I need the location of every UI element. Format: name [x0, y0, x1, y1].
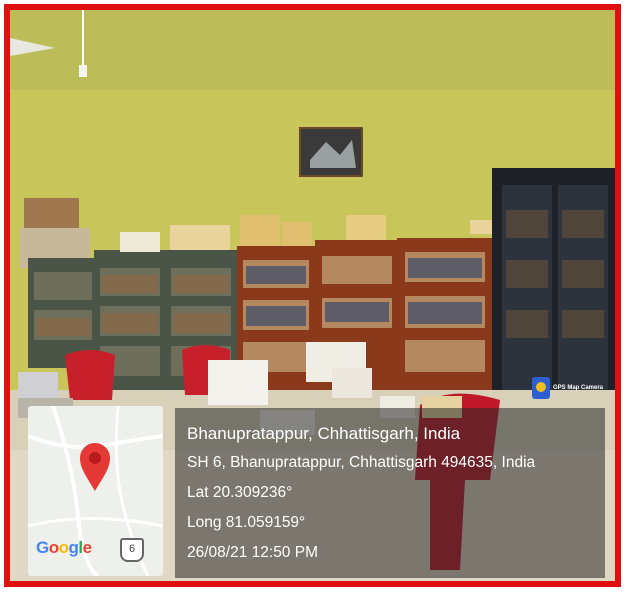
gps-camera-icon [532, 377, 550, 399]
address-text: SH 6, Bhanupratappur, Chhattisgarh 49463… [187, 454, 536, 471]
route-shield-icon: 6 [120, 538, 144, 562]
gps-camera-label: GPS Map Camera [553, 385, 604, 391]
map-pin-icon [80, 443, 110, 491]
datetime-text: 26/08/21 12:50 PM [187, 544, 318, 561]
google-logo: Google [36, 538, 92, 557]
latitude-text: Lat 20.309236° [187, 484, 293, 501]
location-info-panel: Bhanupratappur, Chhattisgarh, India SH 6… [175, 408, 605, 578]
map-thumbnail[interactable]: Google 6 [28, 406, 163, 576]
longitude-text: Long 81.059159° [187, 514, 306, 531]
gps-camera-badge: GPS Map Camera [532, 377, 603, 399]
place-name: Bhanupratappur, Chhattisgarh, India [187, 424, 461, 443]
